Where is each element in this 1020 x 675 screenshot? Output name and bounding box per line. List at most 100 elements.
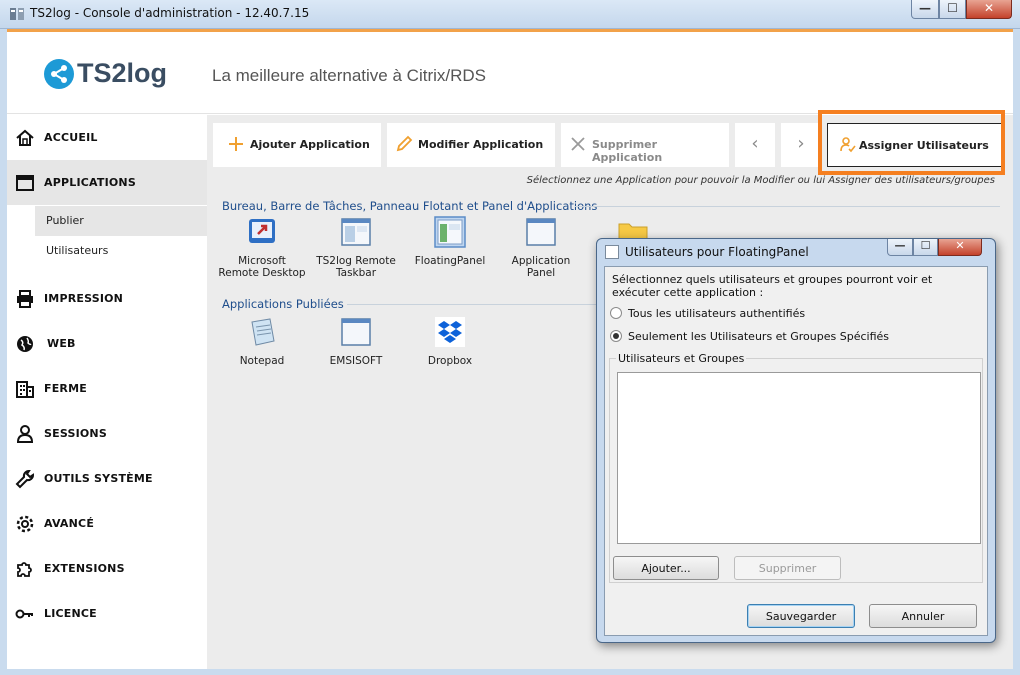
dialog-title: Utilisateurs pour FloatingPanel bbox=[625, 245, 809, 259]
delete-application-button[interactable]: Supprimer Application bbox=[561, 123, 729, 167]
app-icon bbox=[10, 8, 24, 20]
radio-all-users[interactable]: Tous les utilisateurs authentifiés bbox=[610, 306, 950, 322]
window-titlebar: TS2log - Console d'administration - 12.4… bbox=[0, 0, 1020, 29]
home-icon bbox=[16, 129, 34, 146]
add-application-button[interactable]: Ajouter Application bbox=[213, 123, 381, 167]
app-label: Microsoft Remote Desktop bbox=[218, 255, 306, 279]
app-label: EMSISOFT bbox=[329, 355, 383, 367]
section-divider bbox=[347, 304, 607, 305]
application-panel-icon bbox=[526, 218, 556, 246]
sidebar-subitem-utilisateurs[interactable]: Utilisateurs bbox=[35, 236, 207, 266]
chevron-left-icon: ‹ bbox=[751, 133, 759, 154]
sidebar-item-label: SESSIONS bbox=[44, 427, 107, 440]
building-icon bbox=[16, 381, 34, 398]
sidebar-item-ferme[interactable]: FERME bbox=[7, 366, 207, 411]
radio-specific-users[interactable]: Seulement les Utilisateurs et Groupes Sp… bbox=[610, 329, 950, 345]
app-ts2log-remote-taskbar[interactable]: TS2log Remote Taskbar bbox=[311, 216, 401, 279]
logo-icon bbox=[44, 59, 74, 89]
app-label: FloatingPanel bbox=[414, 255, 486, 267]
app-label: Application Panel bbox=[511, 255, 571, 279]
app-emsisoft[interactable]: EMSISOFT bbox=[311, 316, 401, 367]
remove-user-label: Supprimer bbox=[758, 562, 817, 575]
sidebar-item-accueil[interactable]: ACCUEIL bbox=[7, 115, 207, 160]
sidebar-item-licence[interactable]: LICENCE bbox=[7, 591, 207, 636]
add-user-button[interactable]: Ajouter... bbox=[613, 556, 719, 580]
sidebar-item-label: AVANCÉ bbox=[44, 517, 95, 530]
sidebar-item-label: IMPRESSION bbox=[44, 292, 124, 305]
section-title-desktop: Bureau, Barre de Tâches, Panneau Flotant… bbox=[222, 199, 598, 213]
maximize-icon: ☐ bbox=[947, 1, 958, 15]
maximize-button[interactable]: ☐ bbox=[939, 0, 966, 19]
header: TS2log La meilleure alternative à Citrix… bbox=[7, 32, 1013, 114]
sidebar-item-label: WEB bbox=[47, 337, 76, 350]
cancel-label: Annuler bbox=[901, 610, 945, 623]
dialog-description: Sélectionnez quels utilisateurs et group… bbox=[612, 273, 933, 299]
dialog-minimize-button[interactable]: — bbox=[887, 239, 913, 256]
users-groups-list[interactable] bbox=[617, 372, 981, 544]
assign-users-highlight bbox=[818, 110, 1005, 175]
users-groups-label: Utilisateurs et Groupes bbox=[616, 352, 747, 365]
sidebar-item-extensions[interactable]: EXTENSIONS bbox=[7, 546, 207, 591]
previous-button[interactable]: ‹ bbox=[735, 123, 775, 167]
section-divider bbox=[575, 206, 1000, 207]
sidebar-item-applications[interactable]: APPLICATIONS bbox=[7, 160, 207, 205]
app-label: TS2log Remote Taskbar bbox=[316, 255, 396, 279]
sidebar-subitem-label: Publier bbox=[46, 214, 84, 227]
wrench-icon bbox=[15, 470, 34, 489]
close-icon: ✕ bbox=[983, 1, 995, 15]
add-user-label: Ajouter... bbox=[641, 562, 691, 575]
dropbox-icon bbox=[435, 317, 465, 347]
minimize-button[interactable]: — bbox=[911, 0, 939, 19]
sidebar-item-avance[interactable]: AVANCÉ bbox=[7, 501, 207, 546]
plus-icon bbox=[229, 137, 243, 151]
tagline: La meilleure alternative à Citrix/RDS bbox=[212, 66, 486, 85]
cancel-button[interactable]: Annuler bbox=[869, 604, 977, 628]
toolbar-hint: Sélectionnez une Application pour pouvoi… bbox=[526, 175, 995, 186]
sidebar-item-label: OUTILS SYSTÈME bbox=[44, 472, 153, 485]
chevron-right-icon: › bbox=[797, 133, 805, 154]
notepad-icon bbox=[251, 318, 275, 346]
app-microsoft-remote-desktop[interactable]: Microsoft Remote Desktop bbox=[217, 216, 307, 279]
dialog-body: Sélectionnez quels utilisateurs et group… bbox=[604, 266, 988, 636]
app-dropbox[interactable]: Dropbox bbox=[405, 316, 495, 367]
dialog-maximize-button[interactable]: ☐ bbox=[913, 239, 938, 256]
sidebar-item-label: ACCUEIL bbox=[44, 131, 98, 144]
sidebar-subitem-label: Utilisateurs bbox=[46, 244, 109, 257]
users-groups-box: Utilisateurs et Groupes Ajouter... Suppr… bbox=[609, 352, 983, 583]
sidebar-item-outils-systeme[interactable]: OUTILS SYSTÈME bbox=[7, 456, 207, 501]
dialog-titlebar: Utilisateurs pour FloatingPanel — ☐ ✕ bbox=[597, 239, 995, 265]
app-floatingpanel[interactable]: FloatingPanel bbox=[405, 216, 495, 267]
sidebar-item-sessions[interactable]: SESSIONS bbox=[7, 411, 207, 456]
delete-icon bbox=[571, 137, 585, 151]
sidebar-item-label: FERME bbox=[44, 382, 87, 395]
edit-application-label: Modifier Application bbox=[418, 138, 544, 151]
app-notepad[interactable]: Notepad bbox=[217, 316, 307, 367]
sidebar-subitem-publier[interactable]: Publier bbox=[35, 206, 207, 236]
emsisoft-icon bbox=[341, 318, 371, 346]
delete-application-label: Supprimer Application bbox=[592, 138, 663, 164]
user-icon bbox=[16, 425, 34, 443]
next-button[interactable]: › bbox=[781, 123, 821, 167]
window-title: TS2log - Console d'administration - 12.4… bbox=[30, 6, 310, 20]
save-button[interactable]: Sauvegarder bbox=[747, 604, 855, 628]
radio-indicator bbox=[610, 307, 622, 319]
sidebar-item-web[interactable]: WEB bbox=[7, 321, 207, 366]
key-icon bbox=[15, 609, 33, 619]
sidebar-item-impression[interactable]: IMPRESSION bbox=[7, 276, 207, 321]
save-label: Sauvegarder bbox=[765, 610, 837, 623]
remote-desktop-icon bbox=[249, 219, 275, 243]
taskbar-icon bbox=[341, 218, 371, 246]
dialog-close-button[interactable]: ✕ bbox=[938, 239, 982, 256]
add-application-label: Ajouter Application bbox=[250, 138, 370, 151]
edit-application-button[interactable]: Modifier Application bbox=[387, 123, 555, 167]
printer-icon bbox=[17, 290, 33, 308]
radio-label: Seulement les Utilisateurs et Groupes Sp… bbox=[628, 330, 889, 343]
app-application-panel[interactable]: Application Panel bbox=[496, 216, 586, 279]
remove-user-button[interactable]: Supprimer bbox=[734, 556, 841, 580]
section-title-published: Applications Publiées bbox=[222, 297, 344, 311]
close-button[interactable]: ✕ bbox=[966, 0, 1012, 19]
sidebar-item-label: LICENCE bbox=[44, 607, 97, 620]
minimize-icon: — bbox=[919, 1, 931, 15]
app-label: Notepad bbox=[239, 355, 285, 367]
maximize-icon: ☐ bbox=[920, 239, 931, 252]
